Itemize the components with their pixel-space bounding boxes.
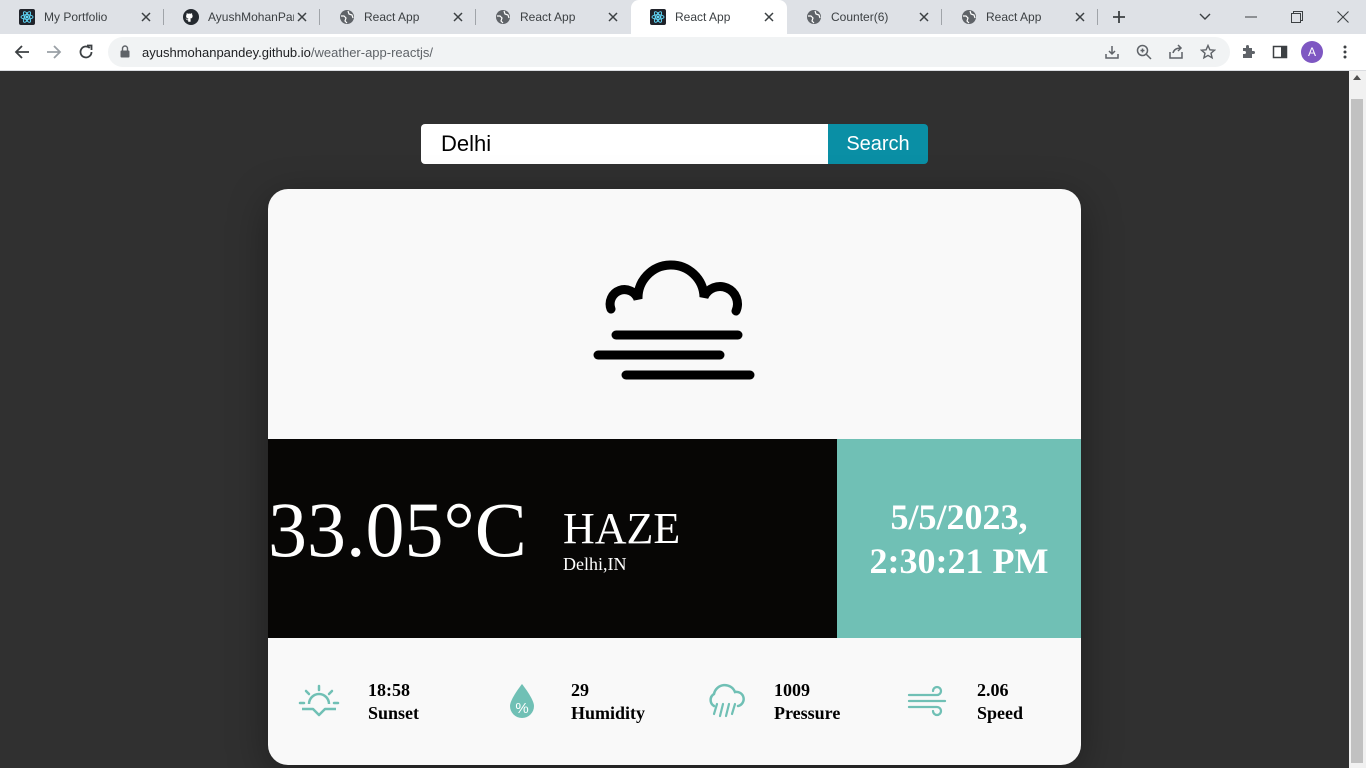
close-icon[interactable] [761,9,777,25]
tab-divider [1097,9,1098,25]
scroll-thumb[interactable] [1351,99,1363,763]
search-button[interactable]: Search [828,124,928,164]
chevron-down-icon [1199,13,1211,20]
puzzle-icon [1243,45,1255,58]
temperature-panel: 33.05°C HAZE Delhi,IN [268,439,837,638]
tab-react-app-active[interactable]: React App [631,0,787,34]
lock-icon [120,45,130,63]
weather-card: 33.05°C HAZE Delhi,IN 5/5/2023, 2:30:21 … [268,189,1081,765]
close-icon[interactable] [916,9,932,25]
zoom-icon [1136,44,1152,60]
location: Delhi,IN [563,554,627,574]
close-icon[interactable] [450,9,466,25]
wind-icon [907,682,949,720]
globe-icon [495,9,511,25]
forward-button[interactable] [42,40,66,64]
page-scrollbar[interactable] [1349,71,1366,768]
globe-icon [339,9,355,25]
url-domain: ayushmohanpandey.github.io [142,45,311,60]
tab-counter[interactable]: Counter(6) [787,0,942,34]
pressure-value: 1009 [774,680,810,700]
sunset-label: Sunset [368,703,420,723]
tab-react-app-2[interactable]: React App [476,0,631,34]
minimize-icon [1245,16,1257,18]
restore-icon [1291,11,1303,23]
tab-title: My Portfolio [44,10,108,24]
svg-text:%: % [515,700,528,717]
tab-search-button[interactable] [1182,0,1228,34]
humidity-value: 29 [571,680,589,700]
tab-title: React App [986,10,1042,24]
haze-icon [588,259,763,389]
globe-icon [806,9,822,25]
zoom-button[interactable] [1134,42,1154,62]
share-icon [1169,44,1183,59]
tab-title: Counter(6) [831,10,889,24]
close-icon[interactable] [294,9,310,25]
close-window-button[interactable] [1320,0,1366,34]
pressure-label: Pressure [774,703,841,723]
side-panel-button[interactable] [1268,40,1292,64]
tab-title: React App [675,10,731,24]
close-icon[interactable] [605,9,621,25]
sunset-icon [298,682,340,720]
extensions-button[interactable] [1236,40,1260,64]
close-icon [1337,11,1349,23]
bookmark-button[interactable] [1198,42,1218,62]
side-panel-icon [1272,45,1288,59]
humidity-icon: % [501,682,543,720]
close-icon[interactable] [138,9,154,25]
temperature: 33.05°C [268,486,527,573]
menu-button[interactable] [1333,40,1357,64]
tab-title: React App [520,10,576,24]
tab-my-portfolio[interactable]: My Portfolio [0,0,164,34]
weather-condition: HAZE [563,504,681,553]
url-text: ayushmohanpandey.github.io/weather-app-r… [142,45,433,60]
url-path: /weather-app-reactjs/ [310,45,434,60]
date: 5/5/2023, [890,496,1028,537]
sunset-value: 18:58 [368,680,410,700]
install-app-button[interactable] [1102,42,1122,62]
star-icon [1200,44,1216,60]
address-bar[interactable]: ayushmohanpandey.github.io/weather-app-r… [108,37,1230,67]
more-vertical-icon [1343,45,1347,59]
pressure-icon [704,682,746,720]
share-button[interactable] [1166,42,1186,62]
tab-react-app-3[interactable]: React App [942,0,1098,34]
browser-toolbar: ayushmohanpandey.github.io/weather-app-r… [0,34,1366,71]
close-icon[interactable] [1072,9,1088,25]
search-bar: Search [421,124,928,164]
tab-title: AyushMohanPandey [208,10,294,24]
reload-button[interactable] [74,40,98,64]
react-icon [19,9,35,25]
install-icon [1105,46,1119,59]
scroll-up-arrow-icon[interactable] [1353,75,1361,80]
new-tab-button[interactable] [1109,7,1129,27]
tab-title: React App [364,10,420,24]
date-time-panel: 5/5/2023, 2:30:21 PM [837,439,1081,638]
tab-github[interactable]: AyushMohanPandey [164,0,320,34]
city-search-input[interactable] [421,124,828,164]
arrow-left-icon [14,45,29,59]
tab-strip: My Portfolio AyushMohanPandey React App … [0,0,1366,34]
back-button[interactable] [10,40,34,64]
plus-icon [1113,11,1125,23]
arrow-right-icon [47,45,62,59]
react-icon [650,9,666,25]
restore-button[interactable] [1274,0,1320,34]
minimize-button[interactable] [1228,0,1274,34]
globe-icon [961,9,977,25]
wind-speed-label: Speed [977,703,1024,723]
humidity-label: Humidity [571,703,646,723]
time: 2:30:21 PM [869,540,1049,581]
reload-icon [79,44,93,59]
github-icon [183,9,199,25]
profile-avatar[interactable]: A [1301,41,1323,63]
tab-react-app-1[interactable]: React App [320,0,476,34]
wind-speed-value: 2.06 [977,680,1009,700]
